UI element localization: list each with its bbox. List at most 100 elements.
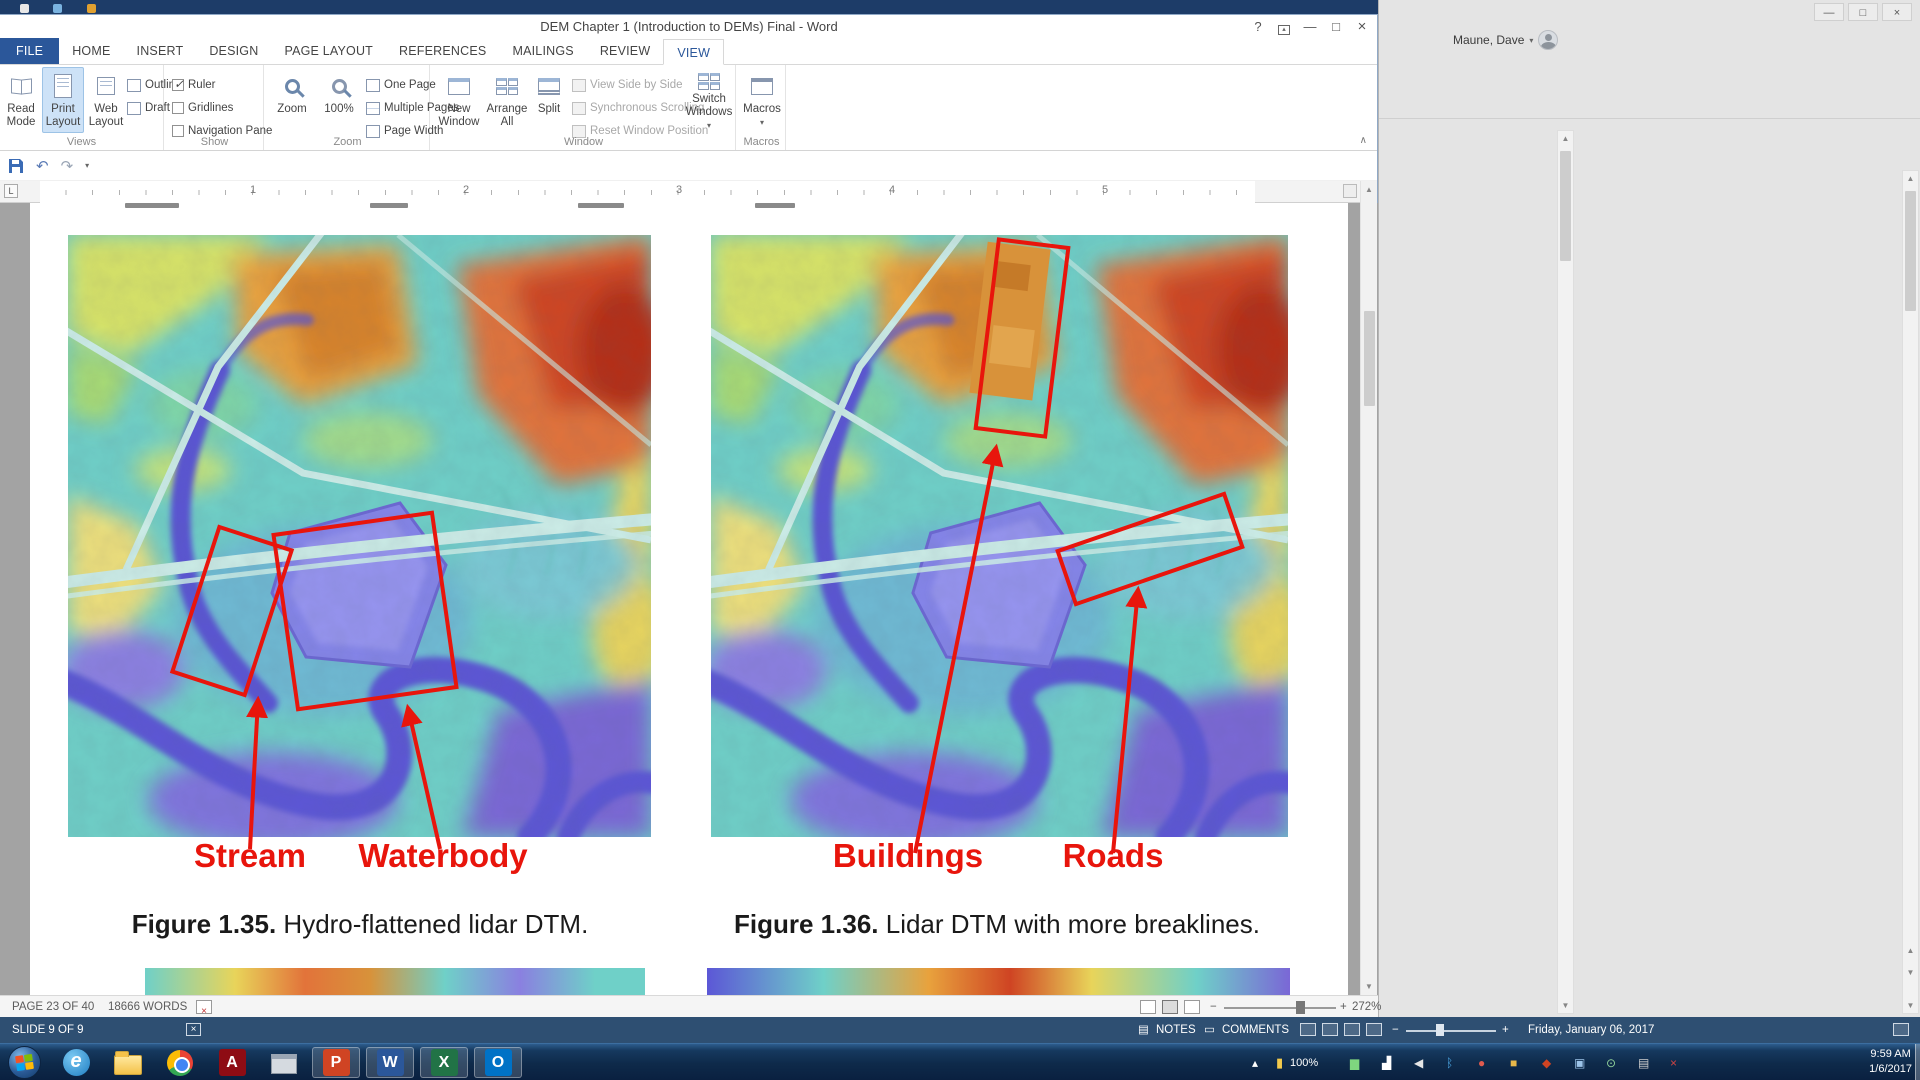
read-mode-view-button[interactable] [1140,1000,1156,1014]
taskbar-chrome[interactable] [156,1047,204,1078]
ppt-zoom-out-button[interactable]: − [1392,1017,1399,1043]
scrollbar-thumb[interactable] [1905,191,1916,311]
taskbar-internet-explorer[interactable]: e [52,1047,100,1078]
comments-button[interactable]: COMMENTS [1222,1017,1289,1043]
tab-view[interactable]: VIEW [663,39,724,65]
tray-network-icon[interactable]: ▟ [1382,1044,1391,1080]
battery-percentage[interactable]: 100% [1290,1044,1318,1080]
taskbar-acrobat[interactable]: A [208,1047,256,1078]
scroll-up-icon[interactable]: ▲ [1903,174,1918,183]
scroll-down-icon[interactable]: ▼ [1558,1001,1573,1010]
account-name[interactable]: Maune, Dave ▾ [1453,30,1558,50]
start-button[interactable] [8,1046,41,1079]
scrollbar-thumb[interactable] [1364,311,1375,406]
tab-page-layout[interactable]: PAGE LAYOUT [271,38,386,64]
zoom-in-button[interactable]: + [1340,996,1347,1018]
scroll-down-icon[interactable]: ▼ [1903,1001,1918,1010]
word-vertical-scrollbar[interactable]: ▲ ▼ [1360,181,1377,995]
web-layout-view-button[interactable] [1184,1000,1200,1014]
zoom-slider-track[interactable] [1224,1007,1336,1009]
next-slide-icon[interactable]: ▼ [1903,968,1918,977]
tab-mailings[interactable]: MAILINGS [499,38,586,64]
ppt-zoom-in-button[interactable]: + [1502,1017,1509,1043]
tab-design[interactable]: DESIGN [196,38,271,64]
tab-stop-selector[interactable]: L [4,184,18,198]
new-window-button[interactable]: New Window [436,67,482,133]
taskbar-file-explorer[interactable] [104,1047,152,1078]
draft-button[interactable]: Draft [127,98,170,118]
document-page[interactable]: Stream Waterbody Buildings Roads Figure … [30,203,1348,995]
bw-minimize-button[interactable]: — [1814,3,1844,21]
bw-maximize-button[interactable]: □ [1848,3,1878,21]
undo-button[interactable]: ↶ [36,157,49,175]
tab-insert[interactable]: INSERT [124,38,197,64]
zoom-button[interactable]: Zoom [270,67,314,133]
bw-close-button[interactable]: × [1882,3,1912,21]
ppt-thumbnail-scrollbar[interactable]: ▲ ▼ [1557,130,1574,1014]
zoom-level[interactable]: 272% [1352,996,1381,1018]
print-layout-button[interactable]: Print Layout [42,67,84,133]
ppt-zoom-slider-thumb[interactable] [1436,1024,1444,1036]
powerpoint-background-window[interactable]: — □ × Maune, Dave ▾ ▲ ▼ ▲ ▲ ▼ ▼ [1378,0,1920,1017]
help-button[interactable]: ? [1245,15,1271,39]
tray-app-icon-4[interactable]: ▤ [1638,1044,1649,1080]
horizontal-ruler[interactable]: L 1 2 3 4 5 [0,181,1377,203]
zoom-out-button[interactable]: − [1210,996,1217,1018]
slide-indicator[interactable]: SLIDE 9 OF 9 [12,1017,84,1043]
gridlines-checkbox[interactable]: Gridlines [172,98,233,118]
previous-slide-icon[interactable]: ▲ [1903,946,1918,955]
ppt-reading-view-button[interactable] [1344,1023,1360,1036]
ppt-slideshow-view-button[interactable] [1366,1023,1382,1036]
macros-button[interactable]: Macros ▾ [740,67,784,133]
ppt-main-scrollbar[interactable]: ▲ ▲ ▼ ▼ [1902,170,1919,1014]
save-icon[interactable] [8,158,24,174]
tray-app-icon-5[interactable]: × [1670,1044,1677,1080]
maximize-button[interactable]: □ [1323,15,1349,39]
ppt-zoom-slider-track[interactable] [1406,1030,1496,1032]
word-count[interactable]: 18666 WORDS [108,996,187,1018]
switch-windows-button[interactable]: Switch Windows ▾ [684,67,734,133]
taskbar-outlook[interactable]: O [474,1047,522,1078]
minimize-button[interactable]: — [1297,15,1323,39]
taskbar-word[interactable]: W [366,1047,414,1078]
ruler-checkbox[interactable]: Ruler [172,75,215,95]
tray-app-icon-3[interactable]: ⊙ [1606,1044,1616,1080]
tray-performance-icon[interactable]: ▆ [1350,1044,1359,1080]
tray-app-icon-1[interactable]: ◆ [1542,1044,1551,1080]
one-page-button[interactable]: One Page [366,75,436,95]
tray-app-icon-2[interactable]: ▣ [1574,1044,1585,1080]
web-layout-button[interactable]: Web Layout [86,67,126,133]
lidar-dtm-image-right[interactable] [711,235,1288,837]
redo-button[interactable]: ↷ [61,157,74,175]
taskbar-generic-window[interactable] [260,1047,308,1078]
tray-antivirus-icon[interactable]: ● [1478,1044,1485,1080]
ppt-slide-sorter-view-button[interactable] [1322,1023,1338,1036]
scrollbar-thumb[interactable] [1560,151,1571,261]
ppt-proofing-icon[interactable]: × [186,1023,201,1036]
print-layout-view-button[interactable] [1162,1000,1178,1014]
split-button[interactable]: Split [532,67,566,133]
proofing-errors-icon[interactable]: × [196,1000,212,1014]
read-mode-button[interactable]: Read Mode [2,67,40,133]
taskbar-excel[interactable]: X [420,1047,468,1078]
tray-volume-icon[interactable]: ◀ [1414,1044,1423,1080]
arrange-all-button[interactable]: Arrange All [484,67,530,133]
scroll-down-icon[interactable]: ▼ [1361,982,1377,991]
page-indicator[interactable]: PAGE 23 OF 40 [12,996,94,1018]
collapse-ribbon-button[interactable]: ∧ [1360,135,1367,146]
tray-update-icon[interactable]: ■ [1510,1044,1517,1080]
tab-review[interactable]: REVIEW [587,38,664,64]
scroll-up-icon[interactable]: ▲ [1361,185,1377,194]
document-area[interactable]: Stream Waterbody Buildings Roads Figure … [0,203,1378,995]
scroll-up-icon[interactable]: ▲ [1558,134,1573,143]
fit-slide-to-window-button[interactable] [1893,1023,1909,1036]
show-hidden-icons-button[interactable]: ▴ [1252,1044,1258,1080]
ribbon-display-options-button[interactable]: ▴ [1271,15,1297,39]
lidar-dtm-image-left[interactable] [68,235,651,837]
tab-references[interactable]: REFERENCES [386,38,499,64]
show-desktop-button[interactable] [1915,1044,1920,1080]
zoom-slider-thumb[interactable] [1296,1001,1305,1014]
ppt-normal-view-button[interactable] [1300,1023,1316,1036]
close-button[interactable]: × [1349,15,1375,39]
tab-home[interactable]: HOME [59,38,123,64]
